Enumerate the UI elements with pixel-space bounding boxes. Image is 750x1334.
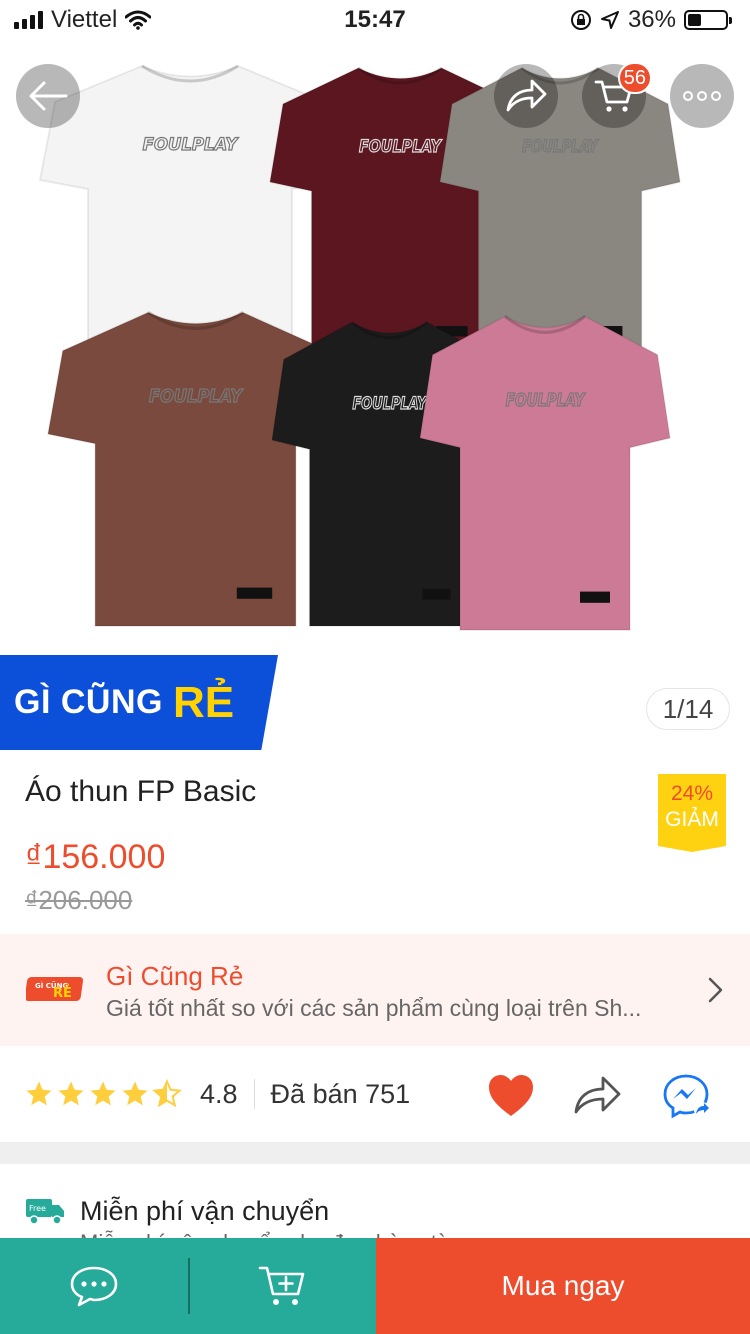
promo-banner: GÌ CŨNG RẺ	[0, 655, 278, 750]
star-icon	[26, 1081, 52, 1106]
logo-big-text: RẺ	[53, 984, 72, 1001]
divider	[253, 1079, 255, 1109]
section-divider	[0, 1142, 750, 1164]
sold-count: Đã bán 751	[270, 1078, 411, 1109]
discount-percent: 24%	[670, 782, 714, 805]
chat-icon	[70, 1266, 118, 1307]
free-shipping-truck-icon: Free	[26, 1198, 64, 1225]
cart-button[interactable]: 56	[582, 62, 652, 128]
banner-word-2: RẺ	[172, 677, 235, 727]
shipping-row[interactable]: Free Miễn phí vận chuyển	[24, 1196, 329, 1227]
image-counter: 1/14	[646, 688, 730, 730]
messenger-share-icon[interactable]	[662, 1072, 712, 1120]
more-icon	[683, 91, 721, 101]
arrow-left-icon	[29, 81, 68, 111]
share-button[interactable]	[494, 64, 558, 128]
status-bar: Viettel 15:47 36%	[0, 0, 750, 40]
rating-row: 4.8 Đã bán 751	[0, 1046, 750, 1142]
product-title: Áo thun FP Basic	[25, 775, 257, 808]
battery-percent: 36%	[627, 6, 676, 33]
back-button[interactable]	[16, 64, 80, 128]
add-to-cart-button[interactable]	[188, 1238, 376, 1334]
svg-text:FOULPLAY: FOULPLAY	[149, 385, 244, 406]
gi-cung-re-logo: GÌ CŨNG RẺ	[26, 977, 84, 1001]
star-icon	[152, 1079, 182, 1108]
chat-button[interactable]	[0, 1238, 188, 1334]
tshirt-image: FOULPLAY	[419, 310, 671, 631]
bottom-action-bar: Mua ngay	[0, 1238, 750, 1334]
rating-value: 4.8	[200, 1078, 238, 1109]
discount-label: GIẢM	[665, 808, 719, 832]
add-cart-icon	[258, 1266, 305, 1305]
rotation-lock-icon	[570, 10, 591, 30]
battery-icon	[684, 10, 732, 30]
svg-text:FOULPLAY: FOULPLAY	[522, 137, 600, 157]
product-price: ₫156.000	[25, 838, 166, 876]
svg-text:FOULPLAY: FOULPLAY	[506, 389, 586, 410]
banner-word-1: GÌ CŨNG	[14, 683, 163, 721]
star-icon	[58, 1081, 84, 1106]
free-badge-text: Free	[29, 1204, 46, 1213]
star-icon	[122, 1081, 148, 1106]
original-price: ₫206.000	[25, 885, 133, 915]
svg-text:FOULPLAY: FOULPLAY	[143, 135, 240, 154]
svg-text:FOULPLAY: FOULPLAY	[359, 137, 443, 156]
buy-now-button[interactable]: Mua ngay	[376, 1238, 750, 1334]
signal-icon	[14, 11, 43, 29]
share-icon	[506, 79, 547, 112]
discount-badge: 24% GIẢM	[658, 774, 726, 852]
star-icon	[90, 1081, 116, 1106]
more-button[interactable]	[670, 64, 734, 128]
promo-row[interactable]: GÌ CŨNG RẺ Gì Cũng Rẻ Giá tốt nhất so vớ…	[0, 934, 750, 1046]
cart-count-badge: 56	[617, 62, 652, 94]
carrier-name: Viettel	[51, 6, 118, 33]
location-icon	[600, 11, 619, 29]
heart-icon[interactable]	[486, 1072, 536, 1120]
rating-stars	[24, 1079, 182, 1109]
svg-text:FOULPLAY: FOULPLAY	[352, 393, 428, 413]
promo-subtitle: Giá tốt nhất so với các sản phẩm cùng lo…	[106, 995, 642, 1021]
chevron-right-icon	[708, 977, 723, 1003]
share-product-icon[interactable]	[572, 1072, 622, 1120]
wifi-icon	[125, 10, 152, 30]
shipping-title: Miễn phí vận chuyển	[80, 1196, 330, 1226]
promo-title: Gì Cũng Rẻ	[106, 961, 244, 991]
